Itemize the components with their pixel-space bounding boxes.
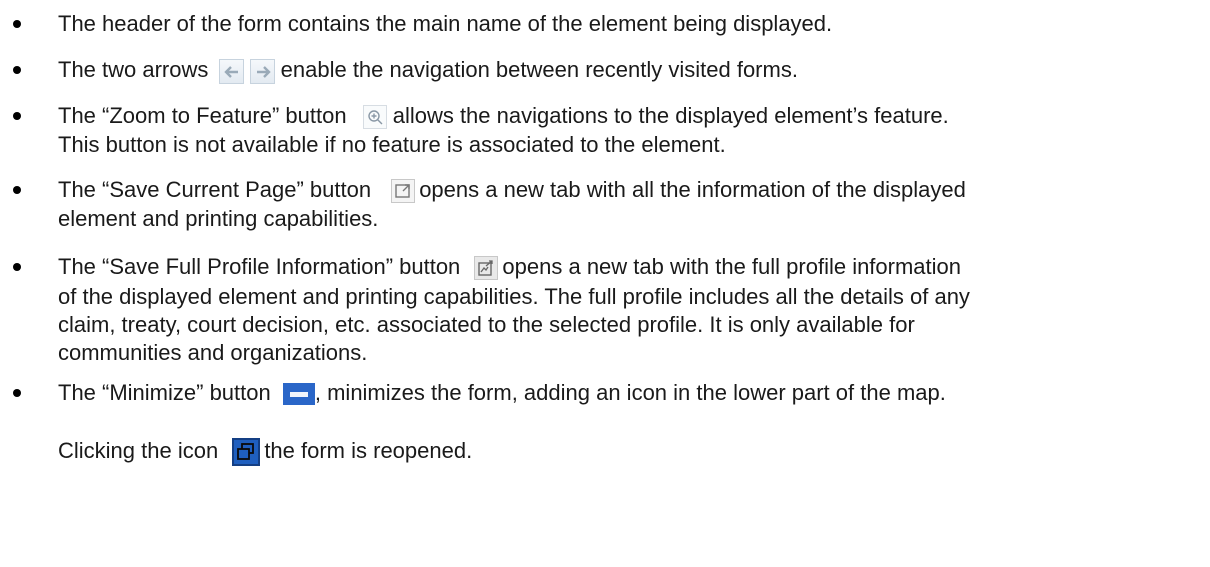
item-text: The “Save Current Page” button opens a n… [58, 177, 966, 204]
item-text-before: The “Save Current Page” button [58, 177, 372, 202]
item-text: The “Save Full Profile Information” butt… [58, 254, 962, 281]
help-document: The header of the form contains the main… [0, 0, 1210, 567]
bullet-icon [13, 186, 21, 194]
restore-icon [232, 438, 261, 467]
item-text-after: opens a new tab with the full profile in… [502, 254, 962, 279]
arrow-right-icon [249, 58, 275, 84]
bullet-icon [13, 112, 21, 120]
item-text-after: , minimizes the form, adding an icon in … [314, 380, 946, 405]
zoom-to-feature-icon [362, 105, 387, 130]
item-text-after: allows the navigations to the displayed … [392, 103, 949, 128]
item-text-before: The “Zoom to Feature” button [58, 103, 347, 128]
item-text-line-4: communities and organizations. [58, 340, 368, 365]
item-text-after: opens a new tab with all the information… [419, 177, 966, 202]
item-text-line-2: of the displayed element and printing ca… [58, 284, 970, 309]
bullet-icon [13, 263, 21, 271]
arrow-left-icon [218, 58, 244, 84]
item-text-after: the form is reopened. [264, 438, 473, 463]
minimize-icon [282, 383, 315, 406]
save-current-page-icon [391, 179, 416, 204]
item-text: The “Zoom to Feature” button allows the … [58, 103, 949, 130]
item-text-before: The “Minimize” button [58, 380, 271, 405]
bullet-icon [13, 389, 21, 397]
item-text: The header of the form contains the main… [58, 11, 833, 36]
item-text-before: Clicking the icon [58, 438, 219, 463]
item-text-before: The two arrows [58, 57, 209, 82]
item-text-after: enable the navigation between recently v… [280, 57, 798, 82]
item-text-line-2: element and printing capabilities. [58, 206, 379, 231]
item-text-line-2: Clicking the icon the form is reopened. [58, 438, 473, 467]
item-text-line-3: claim, treaty, court decision, etc. asso… [58, 312, 915, 337]
save-full-profile-icon [474, 256, 499, 281]
bullet-icon [13, 20, 21, 28]
item-text: The two arrows enable the navigation bet… [58, 57, 798, 84]
item-text-line-2: This button is not available if no featu… [58, 132, 726, 157]
item-text-before: The “Save Full Profile Information” butt… [58, 254, 461, 279]
item-text: The “Minimize” button , minimizes the fo… [58, 380, 946, 406]
bullet-icon [13, 66, 21, 74]
